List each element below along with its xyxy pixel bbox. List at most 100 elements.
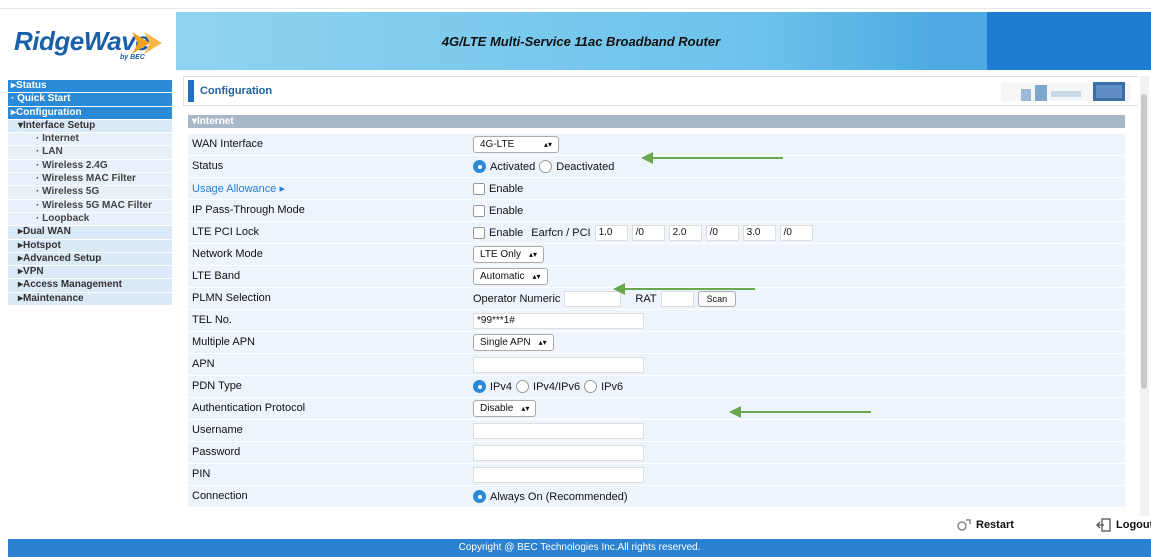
main-content: Configuration ▾Internet WAN Interface 4G… bbox=[183, 76, 1138, 516]
top-border bbox=[0, 0, 1151, 9]
row-pin: PIN bbox=[188, 464, 1125, 486]
select-arrow-icon: ▴▾ bbox=[532, 272, 541, 281]
password-input[interactable] bbox=[473, 444, 644, 461]
pdn-ipv4-radio[interactable] bbox=[473, 380, 486, 393]
usage-enable-checkbox[interactable] bbox=[473, 182, 485, 195]
username-label: Username bbox=[192, 424, 243, 436]
sidebar-item[interactable]: ▸Status bbox=[8, 80, 172, 94]
row-pdn-type: PDN Type IPv4 IPv4/IPv6 IPv6 bbox=[188, 376, 1125, 398]
multiple-apn-label: Multiple APN bbox=[192, 336, 255, 348]
lte-band-value: Automatic bbox=[480, 271, 525, 282]
row-pci-lock: LTE PCI Lock Enable Earfcn / PCI 1.0/0 2… bbox=[188, 222, 1125, 244]
sidebar-item[interactable]: ▸Access Management bbox=[8, 279, 172, 293]
earfcn3-input[interactable]: 3.0 bbox=[742, 224, 776, 241]
content-scrollbar[interactable] bbox=[1140, 76, 1149, 516]
sidebar-item[interactable]: ▸Hotspot bbox=[8, 239, 172, 253]
earfcn-label: Earfcn / PCI bbox=[531, 226, 591, 239]
annotation-arrow bbox=[641, 152, 783, 164]
sidebar-item[interactable]: · Quick Start bbox=[8, 93, 172, 107]
sidebar-item[interactable]: · LAN bbox=[8, 146, 172, 160]
apn-input[interactable] bbox=[473, 356, 644, 373]
pci-lock-checkbox[interactable] bbox=[473, 226, 485, 239]
pin-label: PIN bbox=[192, 468, 211, 480]
rat-input[interactable] bbox=[660, 290, 694, 307]
auth-protocol-label: Authentication Protocol bbox=[192, 402, 306, 414]
pdn-ipv4v6-label: IPv4/IPv6 bbox=[533, 380, 581, 393]
section-internet[interactable]: ▾Internet bbox=[188, 115, 1125, 128]
sidebar-item[interactable]: · Wireless MAC Filter bbox=[8, 173, 172, 187]
pdn-ipv4v6-radio[interactable] bbox=[516, 380, 530, 393]
sidebar-item[interactable]: · Wireless 5G MAC Filter bbox=[8, 199, 172, 213]
sidebar-item[interactable]: ▾Interface Setup bbox=[8, 119, 172, 134]
password-label: Password bbox=[192, 446, 241, 458]
select-arrow-icon: ▴▾ bbox=[538, 338, 547, 347]
earfcn1-input[interactable]: 1.0 bbox=[594, 224, 628, 241]
sidebar-item[interactable]: ▸Advanced Setup bbox=[8, 252, 172, 267]
sidebar-item[interactable]: ▸Dual WAN bbox=[8, 226, 172, 240]
devices-illustration-icon bbox=[1001, 82, 1131, 101]
lte-band-select[interactable]: Automatic ▴▾ bbox=[473, 268, 548, 285]
header-title: 4G/LTE Multi-Service 11ac Broadband Rout… bbox=[441, 34, 721, 49]
pci2-input[interactable]: /0 bbox=[705, 224, 739, 241]
auth-protocol-select[interactable]: Disable ▴▾ bbox=[473, 400, 537, 417]
connection-always-on-radio[interactable] bbox=[473, 490, 486, 503]
sidebar-item[interactable]: · Wireless 2.4G bbox=[8, 159, 172, 174]
pdn-ipv4-label: IPv4 bbox=[490, 380, 513, 393]
rat-label: RAT bbox=[635, 292, 657, 305]
status-deactivated-radio[interactable] bbox=[539, 160, 553, 173]
sidebar-item[interactable]: · Loopback bbox=[8, 212, 172, 227]
username-input[interactable] bbox=[473, 422, 644, 439]
usage-allowance-link[interactable]: Usage Allowance ▸ bbox=[192, 182, 285, 195]
sidebar-item[interactable]: ▸Maintenance bbox=[8, 292, 172, 307]
row-connection: Connection Always On (Recommended) bbox=[188, 486, 1125, 508]
pin-input[interactable] bbox=[473, 466, 644, 483]
select-arrow-icon: ▴▾ bbox=[521, 404, 530, 413]
operator-numeric-label: Operator Numeric bbox=[473, 292, 561, 305]
row-usage-allowance: Usage Allowance ▸ Enable bbox=[188, 178, 1125, 200]
restart-icon bbox=[957, 519, 971, 531]
row-password: Password bbox=[188, 442, 1125, 464]
pci3-input[interactable]: /0 bbox=[779, 224, 813, 241]
sidebar-item[interactable]: · Internet bbox=[8, 133, 172, 147]
restart-button[interactable]: Restart bbox=[956, 518, 1014, 532]
wan-interface-select[interactable]: 4G-LTE ▴▾ bbox=[473, 136, 559, 153]
scan-button[interactable]: Scan bbox=[697, 290, 737, 307]
brand-by: by BEC bbox=[120, 54, 145, 61]
sidebar-item[interactable]: ▸Configuration bbox=[8, 106, 172, 120]
row-plmn: PLMN Selection Operator Numeric RAT Scan bbox=[188, 288, 1125, 310]
status-deactivated-label: Deactivated bbox=[556, 160, 615, 173]
multiple-apn-value: Single APN bbox=[480, 337, 531, 348]
sidebar-item[interactable]: · Wireless 5G bbox=[8, 186, 172, 200]
row-status: Status Activated Deactivated bbox=[188, 156, 1125, 178]
scrollbar-thumb[interactable] bbox=[1141, 94, 1147, 389]
wan-interface-label: WAN Interface bbox=[192, 138, 264, 150]
pci1-input[interactable]: /0 bbox=[631, 224, 665, 241]
footer: Copyright @ BEC Technologies Inc.All rig… bbox=[8, 539, 1151, 557]
multiple-apn-select[interactable]: Single APN ▴▾ bbox=[473, 334, 554, 351]
logout-button[interactable]: Logout bbox=[1096, 518, 1151, 532]
pdn-ipv6-radio[interactable] bbox=[584, 380, 598, 393]
ip-passthrough-checkbox[interactable] bbox=[473, 204, 485, 217]
page-header: Configuration bbox=[183, 76, 1138, 106]
logout-label: Logout bbox=[1116, 519, 1151, 531]
tel-no-input[interactable]: *99***1# bbox=[473, 312, 644, 329]
brand-logo: RidgeWave by BEC bbox=[8, 12, 172, 70]
status-activated-radio[interactable] bbox=[473, 160, 486, 173]
status-label: Status bbox=[192, 160, 224, 172]
pci-lock-label: LTE PCI Lock bbox=[192, 226, 260, 238]
row-ip-passthrough: IP Pass-Through Mode Enable bbox=[188, 200, 1125, 222]
usage-enable-label: Enable bbox=[489, 182, 524, 195]
header-banner: 4G/LTE Multi-Service 11ac Broadband Rout… bbox=[176, 12, 1151, 70]
row-wan-interface: WAN Interface 4G-LTE ▴▾ bbox=[188, 134, 1125, 156]
network-mode-select[interactable]: LTE Only ▴▾ bbox=[473, 246, 544, 263]
sidebar-nav: ▸Status · Quick Start ▸Configuration ▾Inter… bbox=[8, 80, 172, 307]
row-lte-band: LTE Band Automatic ▴▾ bbox=[188, 266, 1125, 288]
pdn-type-label: PDN Type bbox=[192, 380, 242, 392]
sidebar-item[interactable]: ▸VPN bbox=[8, 266, 172, 280]
ip-passthrough-label: IP Pass-Through Mode bbox=[192, 204, 305, 216]
earfcn2-input[interactable]: 2.0 bbox=[668, 224, 702, 241]
ip-passthrough-enable-label: Enable bbox=[489, 204, 524, 217]
plmn-label: PLMN Selection bbox=[192, 292, 271, 304]
status-activated-label: Activated bbox=[490, 160, 536, 173]
network-mode-value: LTE Only bbox=[480, 249, 521, 260]
